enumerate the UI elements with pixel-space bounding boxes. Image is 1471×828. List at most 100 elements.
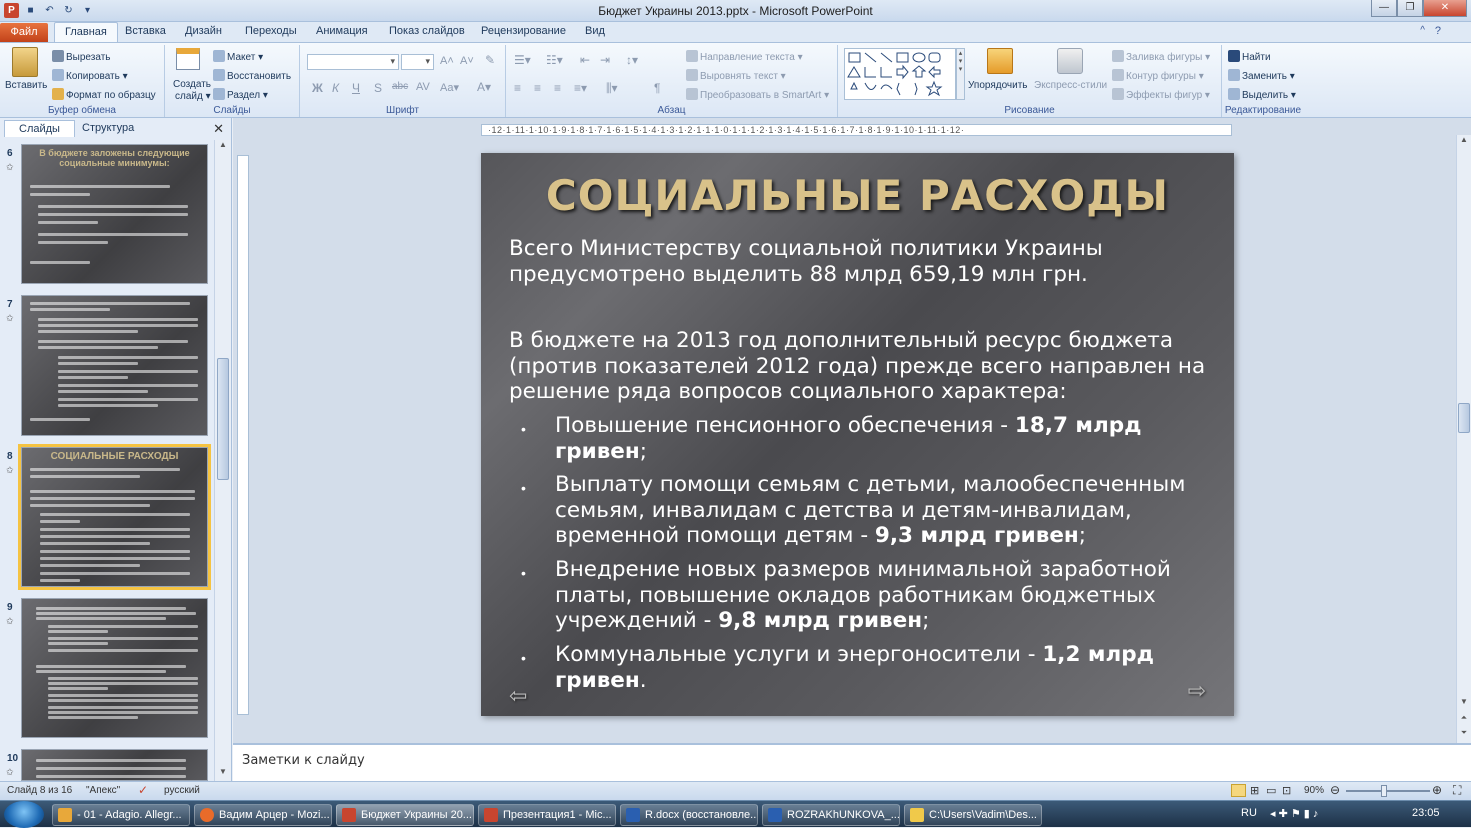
text-direction-button[interactable]: Направление текста ▾ xyxy=(686,50,803,63)
align-right-icon[interactable]: ≡ xyxy=(554,81,561,95)
decrease-indent-icon[interactable]: ⇤ xyxy=(580,53,590,67)
arrange-icon[interactable] xyxy=(987,48,1013,74)
bullets-icon[interactable]: ☰▾ xyxy=(514,53,531,67)
scroll-thumb[interactable] xyxy=(217,358,229,480)
tab-outline-panel[interactable]: Структура xyxy=(68,120,148,137)
taskbar-item-presentation1[interactable]: Презентация1 - Mic... xyxy=(478,804,616,826)
slide-paragraph-1[interactable]: Всего Министерству социальной политики У… xyxy=(509,236,1209,287)
layout-button[interactable]: Макет ▾ xyxy=(213,50,263,63)
align-center-icon[interactable]: ≡ xyxy=(534,81,541,95)
paste-icon[interactable] xyxy=(12,47,38,77)
taskbar-item-explorer[interactable]: C:\Users\Vadim\Des... xyxy=(904,804,1042,826)
line-spacing-icon[interactable]: ↕▾ xyxy=(626,53,638,67)
new-slide-button[interactable]: Создать xyxy=(173,79,211,90)
char-spacing-icon[interactable]: AV xyxy=(416,81,430,93)
back-arrow-icon[interactable]: ⇦ xyxy=(509,683,527,709)
new-slide-icon[interactable] xyxy=(176,48,200,70)
slide-canvas[interactable]: СОЦИАЛЬНЫЕ РАСХОДЫ Всего Министерству со… xyxy=(481,153,1234,716)
normal-view-icon[interactable] xyxy=(1231,784,1246,797)
quick-styles-icon[interactable] xyxy=(1057,48,1083,74)
cut-button[interactable]: Вырезать xyxy=(52,50,110,63)
scroll-down-icon[interactable]: ▼ xyxy=(215,767,231,781)
slide-bullet-1[interactable]: Повышение пенсионного обеспечения - 18,7… xyxy=(555,413,1215,464)
fit-to-window-icon[interactable]: ⛶ xyxy=(1453,783,1461,798)
scroll-up-icon[interactable]: ▲ xyxy=(1457,135,1471,149)
columns-icon[interactable]: ⫼▾ xyxy=(606,81,618,96)
close-button[interactable]: ✕ xyxy=(1423,0,1467,17)
slide-thumbnail-7[interactable] xyxy=(21,295,208,436)
paste-button[interactable]: Вставить xyxy=(5,80,47,91)
taskbar-item-winamp[interactable]: - 01 - Adagio. Allegr... xyxy=(52,804,190,826)
shape-fill-button[interactable]: Заливка фигуры ▾ xyxy=(1112,50,1210,63)
slide-thumbnail-10[interactable] xyxy=(21,749,208,781)
taskbar-item-firefox[interactable]: Вадим Арцер - Mozi... xyxy=(194,804,332,826)
theme-name[interactable]: "Апекс" xyxy=(86,785,120,796)
numbering-icon[interactable]: ☷▾ xyxy=(546,53,563,67)
underline-icon[interactable]: Ч xyxy=(352,81,360,95)
tab-design[interactable]: Дизайн xyxy=(185,25,222,37)
notes-pane[interactable]: Заметки к слайду xyxy=(233,743,1471,781)
tab-view[interactable]: Вид xyxy=(585,25,605,37)
font-color-icon[interactable]: A▾ xyxy=(477,80,491,94)
help-icon[interactable]: ? xyxy=(1435,25,1441,37)
forward-arrow-icon[interactable]: ⇨ xyxy=(1188,678,1206,704)
font-size-combo[interactable]: ▾ xyxy=(401,54,434,70)
clear-format-icon[interactable]: ✎ xyxy=(485,53,495,67)
slide-bullet-4[interactable]: Коммунальные услуги и энергоносители - 1… xyxy=(555,642,1215,693)
tab-slides-panel[interactable]: Слайды xyxy=(4,120,75,137)
spellcheck-icon[interactable]: ✓ xyxy=(138,783,148,797)
slide-bullet-3[interactable]: Внедрение новых размеров минимальной зар… xyxy=(555,557,1215,634)
slideshow-icon[interactable]: ⊡ xyxy=(1282,784,1291,797)
shape-effects-button[interactable]: Эффекты фигур ▾ xyxy=(1112,88,1210,101)
slide-bullet-2[interactable]: Выплату помощи семьям с детьми, малообес… xyxy=(555,472,1215,549)
copy-button[interactable]: Копировать ▾ xyxy=(52,69,128,82)
select-button[interactable]: Выделить ▾ xyxy=(1228,88,1296,101)
quick-styles-button[interactable]: Экспресс-стили xyxy=(1034,80,1107,91)
format-painter-button[interactable]: Формат по образцу xyxy=(52,88,156,101)
reading-view-icon[interactable]: ▭ xyxy=(1266,784,1276,797)
shrink-font-icon[interactable]: A˅ xyxy=(460,55,474,67)
language-indicator[interactable]: русский xyxy=(164,785,200,796)
change-case-icon[interactable]: Aa▾ xyxy=(440,81,459,94)
maximize-button[interactable]: ❐ xyxy=(1397,0,1423,17)
reset-button[interactable]: Восстановить xyxy=(213,69,291,82)
font-name-combo[interactable]: ▾ xyxy=(307,54,399,70)
tray-icons[interactable]: ◂ ✚ ⚑ ▮ ♪ xyxy=(1270,807,1318,820)
smartart-button[interactable]: Преобразовать в SmartArt ▾ xyxy=(686,88,829,101)
grow-font-icon[interactable]: A˄ xyxy=(440,55,454,67)
start-button[interactable] xyxy=(4,801,44,828)
scroll-down-icon[interactable]: ▼ xyxy=(1457,697,1471,711)
justify-icon[interactable]: ≡▾ xyxy=(574,81,587,95)
slide-title[interactable]: СОЦИАЛЬНЫЕ РАСХОДЫ xyxy=(481,171,1234,220)
slide-sorter-icon[interactable]: ⊞ xyxy=(1250,784,1259,797)
paragraph-settings-icon[interactable]: ¶ xyxy=(654,81,660,95)
slide-thumbnail-8[interactable]: СОЦИАЛЬНЫЕ РАСХОДЫ xyxy=(18,444,211,590)
slide-paragraph-2[interactable]: В бюджете на 2013 год дополнительный рес… xyxy=(509,328,1219,405)
tab-file[interactable]: Файл xyxy=(0,23,48,42)
find-button[interactable]: Найти xyxy=(1228,50,1271,63)
slide-thumbnail-6[interactable]: В бюджете заложены следующие социальные … xyxy=(21,144,208,284)
shadow-icon[interactable]: S xyxy=(374,81,382,95)
scroll-thumb[interactable] xyxy=(1458,403,1470,433)
zoom-level[interactable]: 90% xyxy=(1304,785,1324,796)
slide-thumbnail-9[interactable] xyxy=(21,598,208,738)
taskbar-item-rozrakhunkova[interactable]: ROZRAKhUNKOVA_... xyxy=(762,804,900,826)
shape-outline-button[interactable]: Контур фигуры ▾ xyxy=(1112,69,1204,82)
collapse-ribbon-icon[interactable]: ^ xyxy=(1420,25,1425,36)
section-button[interactable]: Раздел ▾ xyxy=(213,88,268,101)
slides-panel-scrollbar[interactable]: ▲ ▼ xyxy=(214,140,231,781)
increase-indent-icon[interactable]: ⇥ xyxy=(600,53,610,67)
shapes-gallery[interactable] xyxy=(844,48,956,100)
zoom-in-icon[interactable]: ⊕ xyxy=(1432,783,1442,797)
zoom-out-icon[interactable]: ⊖ xyxy=(1330,783,1340,797)
taskbar-item-budget-pptx[interactable]: Бюджет Украины 20... xyxy=(336,804,474,826)
arrange-button[interactable]: Упорядочить xyxy=(968,80,1028,91)
italic-icon[interactable]: К xyxy=(332,81,339,95)
notes-placeholder[interactable]: Заметки к слайду xyxy=(242,753,365,768)
new-slide-button-line2[interactable]: слайд ▾ xyxy=(175,91,211,102)
align-text-button[interactable]: Выровнять текст ▾ xyxy=(686,69,786,82)
tab-home[interactable]: Главная xyxy=(54,22,118,42)
clock[interactable]: 23:05 xyxy=(1412,807,1440,819)
shapes-gallery-scroll[interactable]: ▴ ▾ ▾ xyxy=(956,48,965,100)
tab-animation[interactable]: Анимация xyxy=(316,25,368,37)
